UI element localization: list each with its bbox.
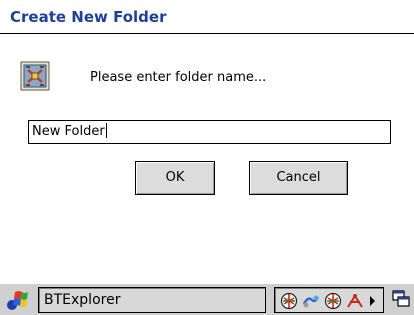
folder-dialog-icon xyxy=(20,61,50,91)
title-divider xyxy=(0,33,414,34)
bluetooth-icon[interactable] xyxy=(280,292,298,310)
folder-name-input[interactable]: New Folder xyxy=(28,120,391,144)
title-bar: Create New Folder xyxy=(0,0,414,34)
windows-flag-icon[interactable] xyxy=(6,288,30,312)
bluetooth-icon[interactable] xyxy=(324,292,342,310)
active-app-button[interactable]: BTExplorer xyxy=(38,287,266,313)
prompt-text: Please enter folder name... xyxy=(90,70,267,85)
taskbar: BTExplorer xyxy=(0,283,414,315)
connectivity-icon[interactable] xyxy=(302,292,320,310)
expand-arrow-icon[interactable] xyxy=(370,296,375,306)
system-tray xyxy=(274,287,384,313)
cancel-button[interactable]: Cancel xyxy=(249,161,348,195)
task-switch-icon[interactable] xyxy=(391,289,411,309)
ok-button[interactable]: OK xyxy=(135,161,215,195)
dialog-title: Create New Folder xyxy=(10,8,167,26)
folder-name-value: New Folder xyxy=(32,124,105,139)
text-caret xyxy=(105,123,107,138)
signal-icon[interactable] xyxy=(346,292,364,310)
